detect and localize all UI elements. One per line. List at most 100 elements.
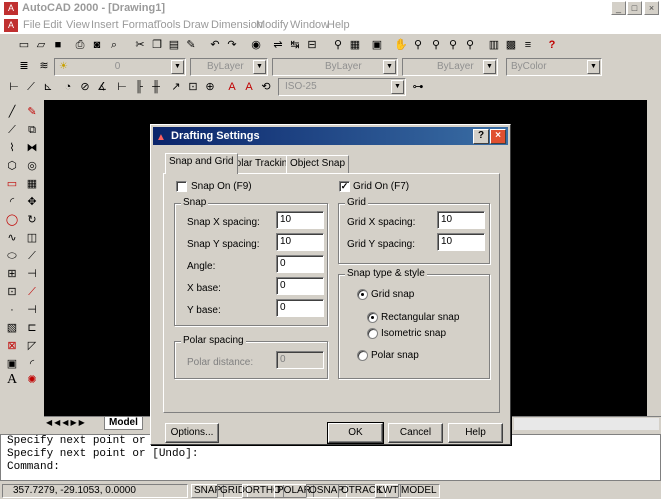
chevron-down-icon[interactable]: ▼: [253, 60, 266, 74]
cut-icon[interactable]: ✂: [132, 37, 148, 53]
circle-icon[interactable]: ◯: [4, 212, 20, 228]
chevron-down-icon[interactable]: ▼: [391, 80, 404, 94]
move-icon[interactable]: ✥: [24, 194, 40, 210]
properties-icon[interactable]: ▥: [486, 37, 502, 53]
3d-orbit-icon[interactable]: ▣: [369, 37, 385, 53]
design-center-icon[interactable]: ▩: [503, 37, 519, 53]
document-icon[interactable]: A: [4, 19, 18, 32]
menu-draw[interactable]: Draw: [183, 19, 209, 31]
stretch-icon[interactable]: ⟋: [24, 248, 40, 264]
multiline-text-icon[interactable]: A: [4, 372, 20, 388]
realtime-pan-icon[interactable]: ✋: [393, 37, 409, 53]
construction-line-icon[interactable]: ⟋: [4, 122, 20, 138]
grid-snap-radio[interactable]: [357, 289, 368, 300]
osnap-icon[interactable]: ↹: [287, 37, 303, 53]
chevron-down-icon[interactable]: ▼: [587, 60, 600, 74]
grid-y-input[interactable]: 10: [437, 233, 485, 251]
new-icon[interactable]: ▭: [16, 37, 32, 53]
menu-edit[interactable]: Edit: [43, 19, 62, 31]
match-properties-icon[interactable]: ✎: [183, 37, 199, 53]
dialog-help-button[interactable]: ?: [473, 129, 489, 144]
polygon-icon[interactable]: ⬡: [4, 158, 20, 174]
scale-icon[interactable]: ◫: [24, 230, 40, 246]
ordinate-dim-icon[interactable]: ⊾: [40, 79, 56, 95]
x-base-input[interactable]: 0: [276, 277, 324, 295]
menu-file[interactable]: File: [23, 19, 41, 31]
grid-x-input[interactable]: 10: [437, 211, 485, 229]
coordinate-readout[interactable]: 357.7279, -29.1053, 0.0000: [2, 484, 188, 498]
ucs-icon[interactable]: ⊟: [304, 37, 320, 53]
dbconnect-icon[interactable]: ≡: [520, 37, 536, 53]
offset-icon[interactable]: ◎: [24, 158, 40, 174]
isometric-snap-radio[interactable]: [367, 328, 378, 339]
region-icon[interactable]: ⊠: [4, 338, 20, 354]
tab-object-snap[interactable]: Object Snap: [286, 155, 350, 173]
snap-y-input[interactable]: 10: [276, 233, 324, 251]
ok-button[interactable]: OK: [327, 422, 384, 444]
polar-snap-radio[interactable]: [357, 350, 368, 361]
help-icon[interactable]: ?: [544, 37, 560, 53]
zoom-realtime-icon[interactable]: ⚲: [410, 37, 426, 53]
maximize-button[interactable]: □: [627, 1, 642, 15]
cancel-button[interactable]: Cancel: [388, 423, 443, 443]
snap-on-checkbox[interactable]: [176, 181, 187, 192]
mirror-icon[interactable]: ⧓: [24, 140, 40, 156]
baseline-dim-icon[interactable]: ╟: [131, 79, 147, 95]
dialog-close-button[interactable]: ×: [490, 129, 506, 144]
rectangle-icon[interactable]: ▭: [4, 176, 20, 192]
aligned-dim-icon[interactable]: ⟋: [23, 79, 39, 95]
linetype-combo[interactable]: ByLayer ▼: [272, 58, 398, 76]
find-icon[interactable]: ⌕: [106, 37, 122, 53]
array-icon[interactable]: ▦: [24, 176, 40, 192]
dimstyle-combo[interactable]: ISO-25 ▼: [278, 78, 406, 96]
angle-input[interactable]: 0: [276, 255, 324, 273]
center-mark-icon[interactable]: ⊕: [202, 79, 218, 95]
tolerance-icon[interactable]: ⊡: [185, 79, 201, 95]
pan-icon[interactable]: ⚲: [330, 37, 346, 53]
hyperlink-icon[interactable]: ⇌: [270, 37, 286, 53]
redo-icon[interactable]: ↷: [224, 37, 240, 53]
chevron-down-icon[interactable]: ▼: [383, 60, 396, 74]
color-combo[interactable]: ByLayer ▼: [190, 58, 268, 76]
help-button[interactable]: Help: [448, 423, 503, 443]
erase-icon[interactable]: ✎: [24, 104, 40, 120]
chevron-down-icon[interactable]: ▼: [483, 60, 496, 74]
tab-model[interactable]: Model: [104, 417, 143, 430]
menu-format[interactable]: Format: [122, 19, 157, 31]
line-icon[interactable]: ╱: [4, 104, 20, 120]
linear-dim-icon[interactable]: ⊢: [6, 79, 22, 95]
print-icon[interactable]: ⎙: [72, 37, 88, 53]
angular-dim-icon[interactable]: ∡: [94, 79, 110, 95]
quick-dim-icon[interactable]: ⊢: [114, 79, 130, 95]
layer-combo[interactable]: ☀ 0 ▼: [54, 58, 186, 76]
open-icon[interactable]: ▱: [33, 37, 49, 53]
explode-icon[interactable]: ✺: [24, 372, 40, 388]
grid-on-checkbox[interactable]: ✓: [339, 181, 350, 192]
polar-distance-input[interactable]: 0: [276, 351, 324, 369]
make-block-icon[interactable]: ⊡: [4, 284, 20, 300]
point-icon[interactable]: ·: [4, 302, 20, 318]
menu-view[interactable]: View: [66, 19, 90, 31]
menu-insert[interactable]: Insert: [91, 19, 119, 31]
minimize-button[interactable]: _: [611, 1, 626, 15]
status-model[interactable]: MODEL: [398, 484, 440, 498]
dimtedit-icon[interactable]: A: [241, 79, 257, 95]
close-button[interactable]: ×: [644, 1, 659, 15]
chamfer-icon[interactable]: ◸: [24, 338, 40, 354]
app-icon[interactable]: A: [4, 2, 18, 15]
horizontal-scrollbar[interactable]: [514, 418, 659, 430]
tab-snap-and-grid[interactable]: Snap and Grid: [165, 153, 238, 174]
zoom-window-icon[interactable]: ⚲: [428, 37, 444, 53]
hatch-icon[interactable]: ▧: [4, 320, 20, 336]
menu-window[interactable]: Window: [290, 19, 329, 31]
extend-icon[interactable]: ⊣: [24, 302, 40, 318]
command-prompt[interactable]: Command:: [1, 461, 660, 474]
polyline-icon[interactable]: ⌇: [4, 140, 20, 156]
mtext-box-icon[interactable]: ▣: [4, 356, 20, 372]
save-icon[interactable]: ■: [50, 37, 66, 53]
zoom-previous-icon[interactable]: ⚲: [445, 37, 461, 53]
lineweight-combo[interactable]: ByLayer ▼: [402, 58, 498, 76]
leader-icon[interactable]: ↗: [168, 79, 184, 95]
menu-help[interactable]: Help: [327, 19, 350, 31]
spline-icon[interactable]: ∿: [4, 230, 20, 246]
